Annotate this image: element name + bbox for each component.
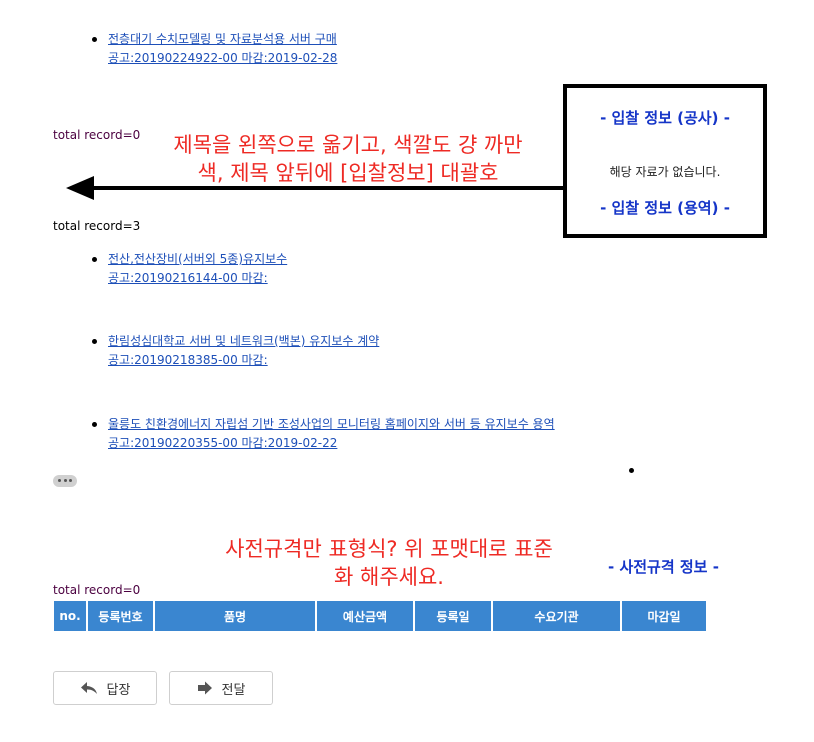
column-header: 품명 bbox=[155, 601, 315, 631]
bid-notice-link[interactable]: 공고:20190218385-00 마감: bbox=[108, 351, 555, 370]
annotation-line: 제목을 왼쪽으로 옮기고, 색깔도 걍 까만 bbox=[173, 133, 523, 157]
reply-arrow-icon bbox=[80, 682, 97, 694]
reply-button-label: 답장 bbox=[106, 682, 131, 698]
annotation-line: 화 해주세요. bbox=[334, 565, 444, 589]
bid-notice-link[interactable]: 공고:20190216144-00 마감: bbox=[108, 269, 555, 288]
bid-list-service: 전산,전산장비(서버외 5종)유지보수 공고:20190216144-00 마감… bbox=[92, 250, 555, 453]
empty-message: 해당 자료가 없습니다. bbox=[609, 165, 721, 179]
annotation-line: 사전규격만 표형식? 위 포맷대로 표준 bbox=[225, 537, 553, 561]
annotation-standardize: 사전규격만 표형식? 위 포맷대로 표준 화 해주세요. bbox=[210, 535, 568, 591]
forward-button-label: 전달 bbox=[221, 682, 246, 698]
column-header: 예산금액 bbox=[317, 601, 413, 631]
list-item: 울릉도 친환경에너지 자립섬 기반 조성사업의 모니터링 홈페이지와 서버 등 … bbox=[92, 415, 555, 453]
left-arrow-icon bbox=[66, 176, 565, 200]
forward-button[interactable]: 전달 bbox=[169, 671, 273, 705]
bid-list-top: 전층대기 수치모델링 및 자료분석용 서버 구매 공고:20190224922-… bbox=[91, 30, 337, 68]
column-header: 수요기관 bbox=[493, 601, 620, 631]
pre-spec-table: no. 등록번호 품명 예산금액 등록일 수요기관 마감일 bbox=[52, 599, 708, 633]
pre-spec-heading: - 사전규격 정보 - bbox=[608, 558, 719, 576]
bid-heading-service: - 입찰 정보 (용역) - bbox=[600, 199, 730, 217]
list-item: 전층대기 수치모델링 및 자료분석용 서버 구매 공고:20190224922-… bbox=[91, 30, 337, 68]
table-header-row: no. 등록번호 품명 예산금액 등록일 수요기관 마감일 bbox=[54, 601, 706, 631]
bid-notice-link[interactable]: 공고:20190220355-00 마감:2019-02-22 bbox=[108, 434, 555, 453]
bid-title-link[interactable]: 전층대기 수치모델링 및 자료분석용 서버 구매 bbox=[108, 30, 337, 49]
total-record-service: total record=3 bbox=[53, 219, 141, 233]
list-item: 전산,전산장비(서버외 5종)유지보수 공고:20190216144-00 마감… bbox=[92, 250, 555, 288]
bid-info-box: - 입찰 정보 (공사) - 해당 자료가 없습니다. - 입찰 정보 (용역)… bbox=[563, 84, 767, 238]
total-record-construction: total record=0 bbox=[53, 128, 141, 142]
bid-notice-link[interactable]: 공고:20190224922-00 마감:2019-02-28 bbox=[108, 49, 337, 68]
bid-title-link[interactable]: 울릉도 친환경에너지 자립섬 기반 조성사업의 모니터링 홈페이지와 서버 등 … bbox=[108, 415, 555, 434]
reply-button[interactable]: 답장 bbox=[53, 671, 157, 705]
forward-arrow-icon bbox=[197, 681, 212, 695]
column-header: 마감일 bbox=[622, 601, 706, 631]
bid-heading-construction: - 입찰 정보 (공사) - bbox=[600, 109, 730, 127]
bid-title-link[interactable]: 한림성심대학교 서버 및 네트워크(백본) 유지보수 계약 bbox=[108, 332, 555, 351]
more-dots-icon[interactable] bbox=[53, 475, 77, 487]
column-header: 등록일 bbox=[415, 601, 491, 631]
list-item: 한림성심대학교 서버 및 네트워크(백본) 유지보수 계약 공고:2019021… bbox=[92, 332, 555, 370]
bid-title-link[interactable]: 전산,전산장비(서버외 5종)유지보수 bbox=[108, 250, 555, 269]
column-header: 등록번호 bbox=[88, 601, 153, 631]
total-record-pre-spec: total record=0 bbox=[53, 583, 141, 597]
column-header: no. bbox=[54, 601, 86, 631]
bullet-dot bbox=[629, 468, 634, 473]
